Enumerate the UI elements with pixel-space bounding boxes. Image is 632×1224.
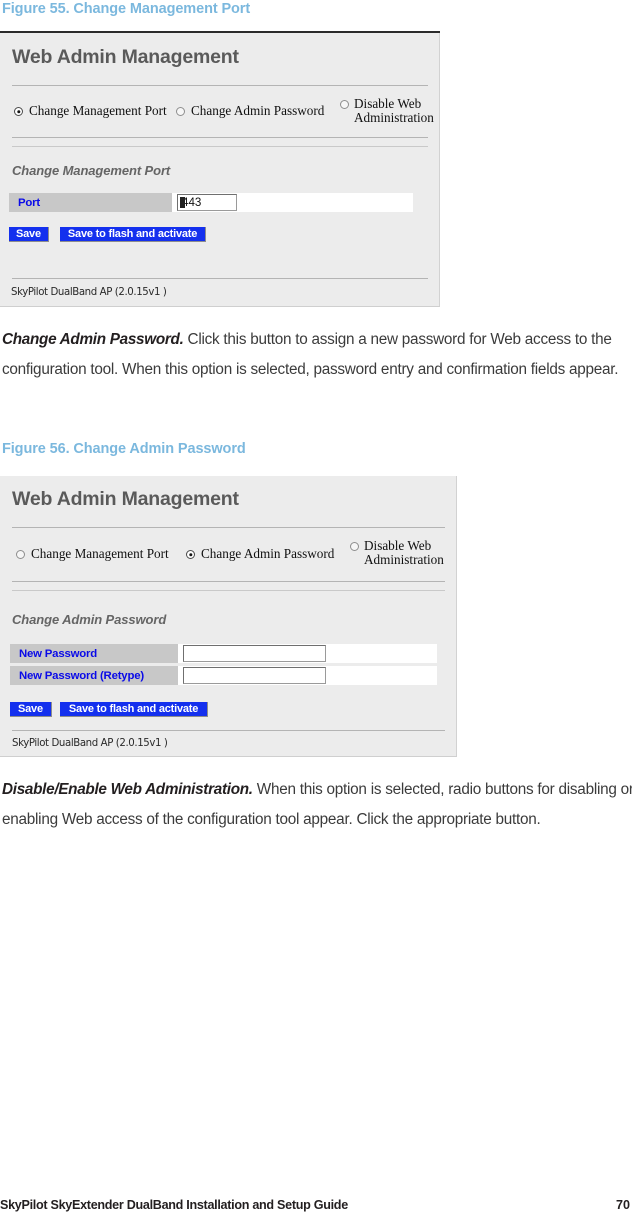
footer-divider	[12, 278, 428, 279]
device-version-footer: SkyPilot DualBand AP (2.0.15v1 )	[11, 287, 167, 298]
radio-label: Change Admin Password	[201, 546, 335, 561]
footer-page-number: 70	[615, 1198, 630, 1212]
paragraph-lead-in: Change Admin Password.	[2, 331, 184, 348]
radio-dot-icon[interactable]	[350, 542, 359, 551]
radio-option-change-management-port[interactable]: Change Management Port	[16, 546, 169, 561]
text-caret	[180, 197, 185, 208]
save-button[interactable]: Save	[10, 702, 52, 717]
field-cell-new-password	[178, 644, 437, 663]
document-page: Figure 55. Change Management Port Web Ad…	[0, 0, 632, 1224]
form-row-new-password: New Password	[10, 644, 437, 663]
radio-divider-upper	[12, 137, 428, 138]
page-footer: SkyPilot SkyExtender DualBand Installati…	[0, 1184, 632, 1224]
paragraph-change-admin-password: Change Admin Password. Click this button…	[2, 325, 630, 385]
figure-56-radio-group: Change Management Port Change Admin Pass…	[0, 534, 456, 574]
radio-option-disable-web-administration[interactable]: Disable Web Administration	[350, 538, 450, 568]
radio-dot-icon[interactable]	[16, 550, 25, 559]
paragraph-disable-enable-web-administration: Disable/Enable Web Administration. When …	[2, 775, 632, 835]
heading-divider	[12, 527, 445, 528]
section-title-change-management-port: Change Management Port	[12, 163, 171, 178]
radio-label: Change Management Port	[29, 103, 167, 118]
radio-dot-icon[interactable]	[14, 107, 23, 116]
save-to-flash-and-activate-button[interactable]: Save to flash and activate	[59, 702, 209, 717]
radio-dot-icon[interactable]	[340, 100, 349, 109]
form-row-port: Port 443	[9, 193, 413, 212]
radio-divider-lower	[12, 590, 445, 591]
device-version-footer: SkyPilot DualBand AP (2.0.15v1 )	[12, 738, 168, 749]
field-cell-new-password-retype	[178, 666, 437, 685]
figure-56-button-row: Save Save to flash and activate	[10, 702, 209, 717]
footer-divider	[12, 730, 445, 731]
section-title-change-admin-password: Change Admin Password	[12, 612, 167, 627]
footer-guide-title: SkyPilot SkyExtender DualBand Installati…	[0, 1198, 348, 1212]
figure-55-radio-group: Change Management Port Change Admin Pass…	[0, 93, 439, 131]
figure-55-screenshot: Web Admin Management Change Management P…	[0, 33, 440, 307]
radio-option-change-management-port[interactable]: Change Management Port	[14, 103, 167, 118]
radio-option-disable-web-administration[interactable]: Disable Web Administration	[340, 96, 436, 126]
radio-label: Disable Web Administration	[364, 538, 444, 568]
figure-55-caption: Figure 55. Change Management Port	[2, 1, 251, 17]
radio-label: Disable Web Administration	[354, 96, 434, 126]
field-label-new-password-retype: New Password (Retype)	[10, 666, 178, 685]
radio-label: Change Management Port	[31, 546, 169, 561]
figure-55-button-row: Save Save to flash and activate	[9, 227, 207, 242]
paragraph-lead-in: Disable/Enable Web Administration.	[2, 781, 253, 798]
web-admin-management-heading: Web Admin Management	[12, 488, 239, 510]
radio-divider-upper	[12, 581, 445, 582]
heading-divider	[12, 85, 428, 86]
field-label-port: Port	[9, 193, 172, 212]
form-row-new-password-retype: New Password (Retype)	[10, 666, 437, 685]
figure-56-screenshot: Web Admin Management Change Management P…	[0, 476, 457, 757]
port-input[interactable]: 443	[177, 194, 237, 211]
web-admin-management-heading: Web Admin Management	[12, 46, 239, 68]
new-password-retype-input[interactable]	[183, 667, 326, 684]
figure-56-caption: Figure 56. Change Admin Password	[2, 441, 246, 457]
radio-label: Change Admin Password	[191, 103, 325, 118]
radio-dot-icon[interactable]	[176, 107, 185, 116]
field-cell-port: 443	[172, 193, 413, 212]
field-label-new-password: New Password	[10, 644, 178, 663]
radio-divider-lower	[12, 146, 428, 147]
radio-option-change-admin-password[interactable]: Change Admin Password	[186, 546, 335, 561]
radio-option-change-admin-password[interactable]: Change Admin Password	[176, 103, 325, 118]
radio-dot-icon[interactable]	[186, 550, 195, 559]
save-to-flash-and-activate-button[interactable]: Save to flash and activate	[59, 227, 207, 242]
new-password-input[interactable]	[183, 645, 326, 662]
save-button[interactable]: Save	[9, 227, 49, 242]
